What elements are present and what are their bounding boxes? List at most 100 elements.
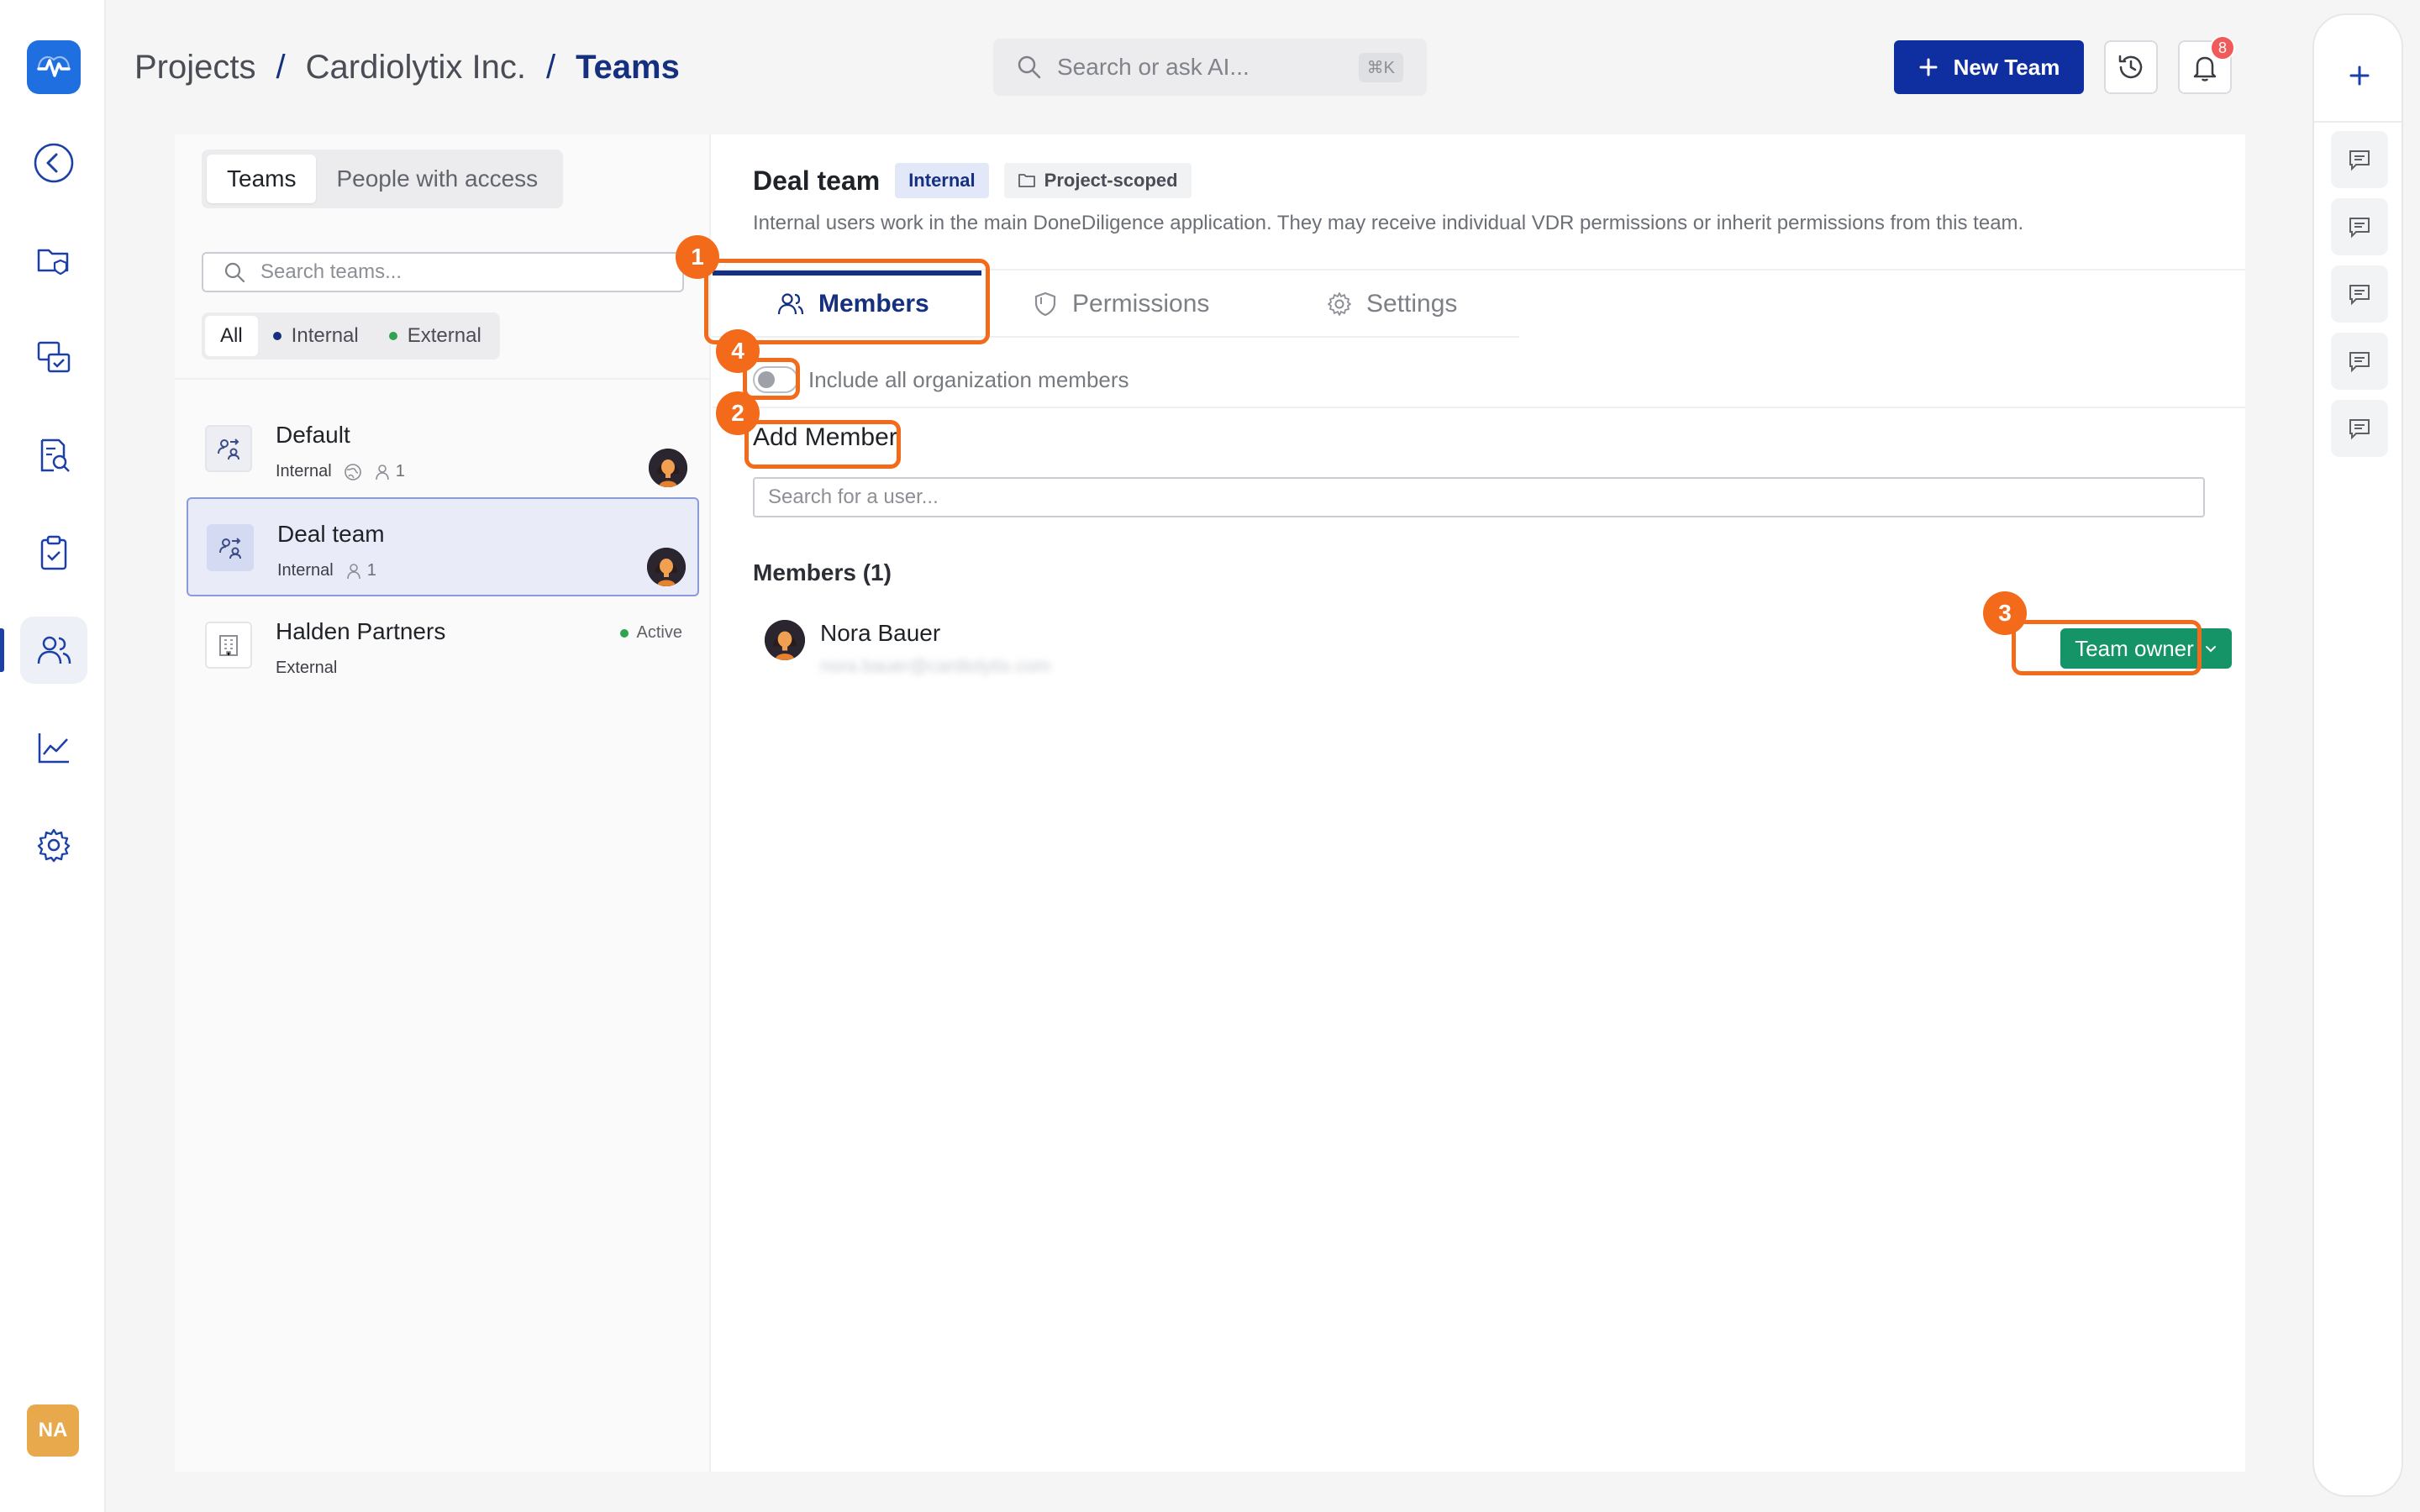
comment-thread-button[interactable] <box>2331 265 2388 323</box>
filter-all-label: All <box>220 324 243 347</box>
chevron-left-icon <box>34 143 74 183</box>
sidebar-item-checklist[interactable] <box>20 519 87 586</box>
filter-all[interactable]: All <box>205 316 258 356</box>
team-name: Halden Partners <box>276 618 446 644</box>
person-icon <box>375 464 389 480</box>
comment-thread-button[interactable] <box>2331 198 2388 255</box>
add-comment-button[interactable] <box>2343 59 2376 92</box>
comment-icon <box>2349 352 2370 373</box>
team-type: External <box>276 659 338 677</box>
annotation-marker-4: 4 <box>716 329 760 373</box>
user-swap-icon <box>219 538 241 559</box>
sidebar-item-analytics[interactable] <box>20 714 87 781</box>
team-item-deal-team[interactable]: Deal team Internal 1 <box>187 497 699 596</box>
gear-icon <box>1328 292 1351 316</box>
history-icon <box>2118 55 2143 79</box>
sidebar-item-teams[interactable] <box>20 617 87 684</box>
team-meta: Internal 1 <box>276 462 405 481</box>
user-avatar[interactable]: NA <box>27 1404 79 1457</box>
teams-main-card: Teams People with access Search teams...… <box>175 134 2245 1472</box>
team-item-halden-partners[interactable]: Halden Partners External Active <box>187 596 699 696</box>
annotation-marker-3: 3 <box>1983 591 2027 635</box>
clipboard-check-icon <box>40 535 67 570</box>
new-team-label: New Team <box>1953 54 2060 80</box>
notification-count-badge: 8 <box>2210 35 2235 60</box>
team-search-input[interactable]: Search teams... <box>202 252 684 292</box>
shield-icon <box>1034 291 1056 317</box>
sidebar-item-review[interactable] <box>20 422 87 489</box>
plus-icon <box>1919 58 1938 76</box>
team-title-row: Deal team Internal Project-scoped <box>753 161 1192 200</box>
globe-icon <box>344 463 361 480</box>
plus-icon <box>2349 66 2370 86</box>
new-team-button[interactable]: New Team <box>1894 40 2084 94</box>
filter-internal-label: Internal <box>291 324 359 347</box>
team-member-count-value: 1 <box>395 462 405 480</box>
tab-permissions[interactable]: Permissions <box>1032 270 1209 338</box>
team-search-placeholder: Search teams... <box>260 260 402 283</box>
member-avatar <box>765 620 805 660</box>
include-org-members-row: Include all organization members <box>753 360 1129 400</box>
user-search-input[interactable]: Search for a user... <box>753 477 2205 517</box>
team-icon <box>205 622 252 669</box>
global-search-placeholder: Search or ask AI... <box>1057 54 1249 80</box>
include-org-members-toggle[interactable] <box>753 366 798 393</box>
breadcrumb-project[interactable]: Cardiolytix Inc. <box>306 49 526 87</box>
team-icon <box>205 425 252 472</box>
team-item-default[interactable]: Default Internal 1 <box>187 400 699 499</box>
list-divider <box>175 378 709 380</box>
team-detail-panel: Deal team Internal Project-scoped Intern… <box>713 134 2245 1472</box>
teams-list-panel: Teams People with access Search teams...… <box>175 134 711 1472</box>
active-tab-indicator <box>713 270 981 276</box>
person-avatar-icon <box>647 548 686 586</box>
history-button[interactable] <box>2104 40 2158 94</box>
panel-divider <box>2314 121 2402 123</box>
internal-dot <box>272 332 281 340</box>
user-search-placeholder: Search for a user... <box>768 486 939 508</box>
global-search[interactable]: Search or ask AI... ⌘K <box>993 39 1427 96</box>
sidebar-item-settings[interactable] <box>20 811 87 879</box>
app-logo[interactable] <box>27 40 81 94</box>
team-member-count: 1 <box>374 462 405 481</box>
segment-teams[interactable]: Teams <box>207 155 317 203</box>
folder-icon <box>1018 174 1035 187</box>
tab-settings[interactable]: Settings <box>1326 270 1457 338</box>
member-avatar <box>649 449 687 487</box>
team-name: Default <box>276 422 350 448</box>
building-icon <box>219 635 238 656</box>
filter-internal[interactable]: Internal <box>258 316 374 356</box>
chevron-down-icon <box>2205 646 2216 653</box>
tab-members-label: Members <box>818 290 929 318</box>
left-rail: NA <box>0 0 106 1512</box>
person-avatar-icon <box>649 449 687 487</box>
team-meta: External <box>276 659 337 678</box>
comment-thread-button[interactable] <box>2331 400 2388 457</box>
team-meta: Internal 1 <box>277 561 376 580</box>
team-member-count: 1 <box>345 561 376 580</box>
comment-thread-button[interactable] <box>2331 131 2388 188</box>
annotation-marker-1: 1 <box>676 235 719 279</box>
shortcut-hint: ⌘K <box>1358 52 1403 82</box>
sidebar-item-qa[interactable] <box>20 324 87 391</box>
breadcrumb-separator: / <box>276 48 286 86</box>
sidebar-item-back[interactable] <box>20 129 87 197</box>
filter-external[interactable]: External <box>374 316 497 356</box>
sidebar-item-data-room[interactable] <box>20 227 87 294</box>
members-heading: Members (1) <box>753 559 892 585</box>
search-icon <box>224 262 245 283</box>
scope-badge: Project-scoped <box>1003 163 1192 198</box>
filter-external-label: External <box>407 324 481 347</box>
user-swap-icon <box>218 438 239 460</box>
segment-people-with-access[interactable]: People with access <box>316 155 558 203</box>
member-role-dropdown[interactable]: Team owner <box>2060 628 2232 669</box>
breadcrumb-projects[interactable]: Projects <box>134 49 256 87</box>
add-member-heading: Add Member <box>753 423 897 451</box>
document-search-icon <box>40 438 70 472</box>
status-dot <box>619 628 629 638</box>
folder-shield-icon <box>37 249 69 276</box>
include-org-members-label: Include all organization members <box>808 366 1129 392</box>
comment-thread-button[interactable] <box>2331 333 2388 390</box>
tab-members[interactable]: Members <box>776 270 929 338</box>
users-icon <box>37 636 71 664</box>
team-status: Active <box>619 623 682 643</box>
